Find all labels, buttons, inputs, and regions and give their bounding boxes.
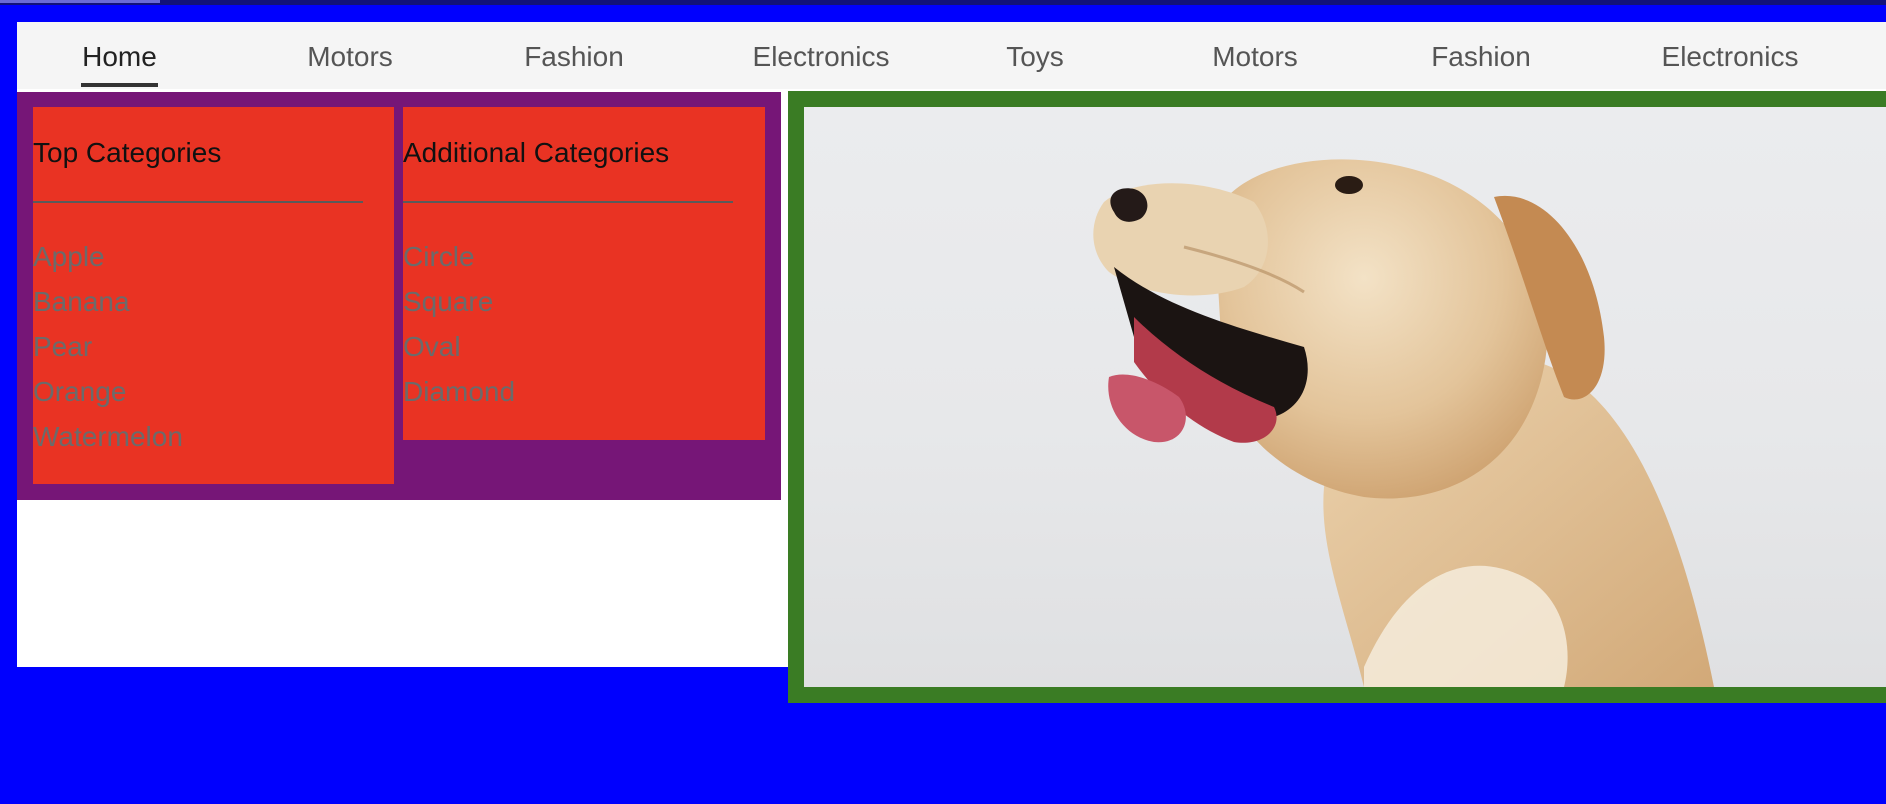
menu-column-additional-categories: Additional Categories Circle Square Oval… xyxy=(403,107,765,440)
menu-link-oval[interactable]: Oval xyxy=(403,324,515,369)
featured-image-frame xyxy=(788,91,1886,703)
menu-link-pear[interactable]: Pear xyxy=(33,324,183,369)
nav-item-fashion-2[interactable]: Fashion xyxy=(1413,22,1549,89)
nav-bar: Home Motors Fashion Electronics Toys Mot… xyxy=(17,22,1886,89)
column-divider xyxy=(403,201,733,203)
column-heading: Top Categories xyxy=(33,137,222,168)
menu-column-top-categories: Top Categories Apple Banana Pear Orange … xyxy=(33,107,394,484)
menu-link-orange[interactable]: Orange xyxy=(33,369,183,414)
category-list: Circle Square Oval Diamond xyxy=(403,234,515,414)
nav-item-toys[interactable]: Toys xyxy=(1000,22,1070,89)
menu-link-square[interactable]: Square xyxy=(403,279,515,324)
nav-item-motors[interactable]: Motors xyxy=(286,22,414,89)
nav-item-electronics-2[interactable]: Electronics xyxy=(1641,22,1819,89)
dog-photo xyxy=(804,107,1886,687)
menu-link-watermelon[interactable]: Watermelon xyxy=(33,414,183,459)
nav-item-home[interactable]: Home xyxy=(81,22,158,89)
menu-link-banana[interactable]: Banana xyxy=(33,279,183,324)
nav-item-fashion[interactable]: Fashion xyxy=(506,22,642,89)
column-divider xyxy=(33,201,363,203)
column-heading: Additional Categories xyxy=(403,137,670,168)
category-list: Apple Banana Pear Orange Watermelon xyxy=(33,234,183,459)
nav-item-motors-2[interactable]: Motors xyxy=(1191,22,1319,89)
active-tab-indicator xyxy=(81,83,158,87)
dog-illustration xyxy=(1093,159,1714,687)
menu-link-diamond[interactable]: Diamond xyxy=(403,369,515,414)
menu-link-circle[interactable]: Circle xyxy=(403,234,515,279)
window-top-accent xyxy=(0,0,160,3)
nav-item-electronics[interactable]: Electronics xyxy=(732,22,910,89)
menu-link-apple[interactable]: Apple xyxy=(33,234,183,279)
window-top-strip xyxy=(0,0,1886,5)
